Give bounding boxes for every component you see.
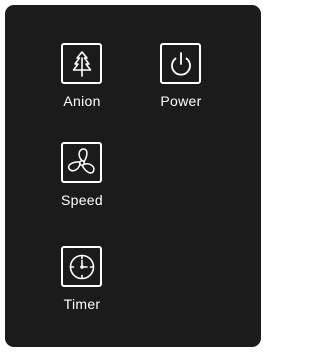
power-icon-frame[interactable] [160,43,201,84]
clock-icon [69,254,94,279]
power-button[interactable]: Power [131,43,231,138]
power-label: Power [160,93,202,109]
anion-icon-frame[interactable] [61,43,102,84]
speed-button[interactable]: Speed [32,142,132,237]
timer-label: Timer [63,296,101,312]
anion-button[interactable]: Anion [32,43,132,138]
speed-label: Speed [61,192,103,208]
power-icon [170,51,191,76]
fan-icon [67,147,95,174]
timer-icon-frame[interactable] [61,246,102,287]
speed-icon-frame[interactable] [61,142,102,183]
timer-button[interactable]: Timer [32,246,132,341]
tree-icon [72,50,91,77]
anion-label: Anion [63,93,101,109]
control-panel: Anion Power Speed Timer [5,5,261,347]
